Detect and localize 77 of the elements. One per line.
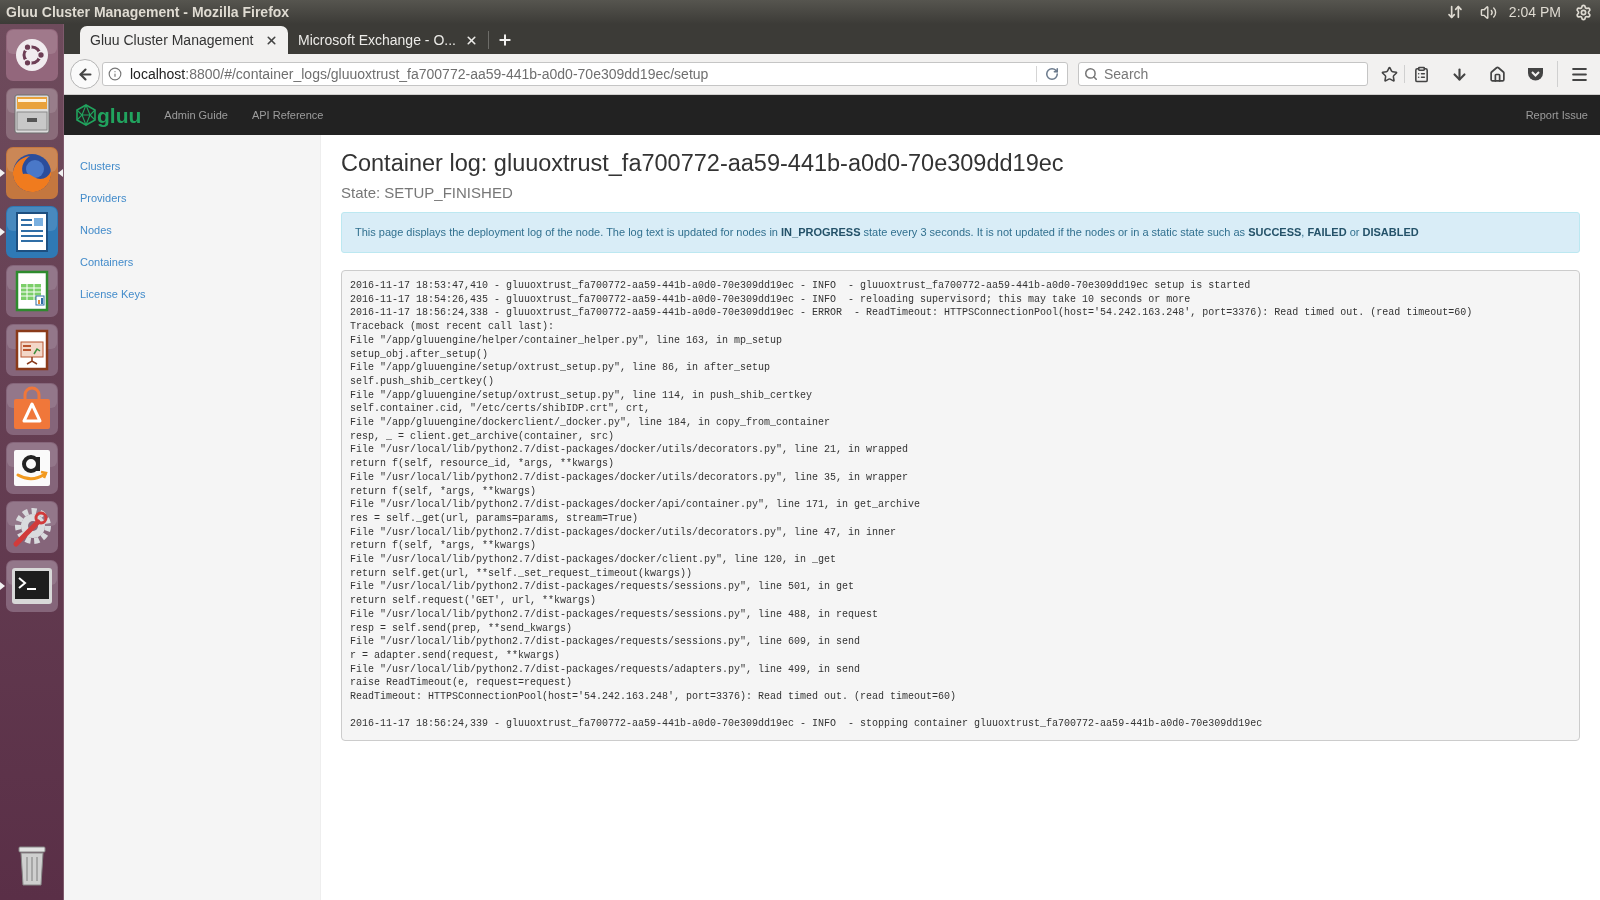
home-icon[interactable] xyxy=(1489,65,1506,83)
log-line: File "/app/gluuengine/dockerclient/_docker.py", line 184, in copy_from_container xyxy=(350,416,831,430)
log-line: raise ReadTimeout(e, request=request) xyxy=(350,676,573,691)
log-line: File "/usr/local/lib/python2.7/dist-packages/docker/utils/decorators.py", line 47, in inner xyxy=(350,525,897,540)
log-line: 2016-11-17 18:56:24,339 - gluuoxtrust_fa700772-aa59-441b-a0d0-70e309dd19ec - INFO - stopping container gluuoxtrust_fa700772-aa59-441b-a0d0-70e309dd19ec xyxy=(350,717,1263,732)
info-icon[interactable] xyxy=(108,67,122,81)
ubuntu-logo-icon[interactable] xyxy=(5,29,58,81)
hexagon-network-icon xyxy=(76,104,96,126)
close-icon[interactable] xyxy=(265,33,278,47)
nav-link[interactable]: Admin Guide xyxy=(164,106,228,124)
log-line: File "/app/gluuengine/setup/oxtrust_setup.py", line 86, in after_setup xyxy=(350,361,771,375)
log-line: File "/app/gluuengine/setup/oxtrust_setup.py", line 114, in push_shib_certkey xyxy=(350,388,813,403)
fox-globe-icon[interactable] xyxy=(5,147,58,199)
document-icon[interactable] xyxy=(5,206,58,258)
info-alert: This page displays the deployment log of the node. The log text is updated for nodes in IN_PROGRESS state every 3 seconds. It is not updated if the nodes or in a static state such as SUCCESS, FAILED or DISABLED xyxy=(341,212,1580,253)
log-line: resp = self.send(prep, **send_kwargs) xyxy=(350,621,573,636)
reload-icon[interactable] xyxy=(1045,67,1059,81)
log-line: File "/usr/local/lib/python2.7/dist-packages/requests/sessions.py", line 488, in request xyxy=(350,607,879,622)
log-line: resp, _ = client.get_archive(container, src) xyxy=(350,429,615,444)
shield-chevron-icon[interactable] xyxy=(1527,66,1544,82)
log-line: File "/usr/local/lib/python2.7/dist-packages/docker/api/container.py", line 171, in get_archive xyxy=(350,498,921,512)
star-icon[interactable] xyxy=(1381,65,1398,83)
search-field[interactable]: Search xyxy=(1078,62,1368,86)
brand-logo-text[interactable]: gluu xyxy=(97,104,142,126)
log-line: File "/usr/local/lib/python2.7/dist-packages/requests/sessions.py", line 609, in send xyxy=(350,635,861,649)
log-line: File "/usr/local/lib/python2.7/dist-packages/docker/utils/decorators.py", line 21, in wrapped xyxy=(350,443,909,458)
log-line: return self.get(url, **self._set_request_timeout(kwargs)) xyxy=(350,566,693,581)
browser-tab[interactable]: Microsoft Exchange - O... xyxy=(288,26,488,54)
sidebar-link[interactable]: Clusters xyxy=(80,158,121,174)
spreadsheet-icon[interactable] xyxy=(5,265,58,317)
sidebar-link[interactable]: Containers xyxy=(80,254,134,270)
sidebar-link[interactable]: Nodes xyxy=(80,222,112,238)
speaker-icon[interactable] xyxy=(1479,3,1497,21)
log-line: File "/usr/local/lib/python2.7/dist-packages/docker/client.py", line 120, in _get xyxy=(350,553,837,567)
search-placeholder: Search xyxy=(1104,64,1149,84)
url-text: localhost:8800/#/container_logs/gluuoxtrust_fa700772-aa59-441b-a0d0-70e309dd19ec/setup xyxy=(130,64,709,84)
clipboard-list-icon[interactable] xyxy=(1413,65,1430,83)
log-line: r = adapter.send(request, **kwargs) xyxy=(350,649,561,663)
sidebar-link[interactable]: License Keys xyxy=(80,286,146,302)
log-line: File "/usr/local/lib/python2.7/dist-packages/docker/utils/decorators.py", line 35, in wrapper xyxy=(350,470,909,485)
log-line: Traceback (most recent call last): xyxy=(350,320,555,334)
address-field[interactable]: localhost:8800/#/container_logs/gluuoxtrust_fa700772-aa59-441b-a0d0-70e309dd19ec/setup xyxy=(102,62,1068,86)
log-line: setup_obj.after_setup() xyxy=(350,347,489,362)
presentation-icon[interactable] xyxy=(5,324,58,376)
back-button[interactable] xyxy=(70,59,100,89)
log-line: 2016-11-17 18:54:26,435 - gluuoxtrust_fa700772-aa59-441b-a0d0-70e309dd19ec - INFO - reloading supervisord; this may take 10 seconds or more xyxy=(350,292,1191,307)
log-line: File "/usr/local/lib/python2.7/dist-packages/requests/adapters.py", line 499, in send xyxy=(350,662,861,677)
search-icon xyxy=(1084,67,1098,81)
clock-text[interactable]: 2:04 PM xyxy=(1508,1,1561,23)
log-line: return f(self, *args, **kwargs) xyxy=(350,484,537,499)
updown-arrows-icon[interactable] xyxy=(1446,4,1463,20)
browser-tab[interactable]: Gluu Cluster Management xyxy=(80,26,288,54)
log-line: return f(self, *args, **kwargs) xyxy=(350,539,537,554)
plus-icon[interactable] xyxy=(497,32,513,48)
nav-link[interactable]: Report Issue xyxy=(1525,106,1588,124)
log-line: File "/usr/local/lib/python2.7/dist-packages/requests/sessions.py", line 501, in get xyxy=(350,580,855,595)
log-line: return f(self, resource_id, *args, **kwargs) xyxy=(350,457,615,471)
log-line: self.container.cid, "/etc/certs/shibIDP.crt", crt, xyxy=(350,402,651,417)
log-line: self.push_shib_certkey() xyxy=(350,374,495,389)
wrench-gear-icon[interactable] xyxy=(5,501,58,553)
log-line: return self.request('GET', url, **kwargs) xyxy=(350,594,597,608)
close-icon[interactable] xyxy=(465,33,478,47)
shopping-bag-icon[interactable] xyxy=(5,383,58,435)
file-cabinet-icon[interactable] xyxy=(5,88,58,140)
download-icon[interactable] xyxy=(1451,65,1468,83)
log-line: ReadTimeout: HTTPSConnectionPool(host='54.242.163.248', port=3376): Read timed out. (read timeout=60) xyxy=(350,690,957,704)
state-text: State: SETUP_FINISHED xyxy=(341,183,514,203)
log-line: res = self._get(url, params=params, stream=True) xyxy=(350,511,639,526)
sidebar-link[interactable]: Providers xyxy=(80,190,127,206)
log-line: File "/app/gluuengine/helper/container_helper.py", line 163, in mp_setup xyxy=(350,333,783,348)
page-title: Container log: gluuoxtrust_fa700772-aa59-441b-a0d0-70e309dd19ec xyxy=(341,149,1065,177)
window-title: Gluu Cluster Management - Mozilla Firefox xyxy=(6,2,290,22)
log-line: 2016-11-17 18:53:47,410 - gluuoxtrust_fa700772-aa59-441b-a0d0-70e309dd19ec - INFO - gluuoxtrust_fa700772-aa59-441b-a0d0-70e309dd19ec setup is started xyxy=(350,279,1251,293)
settings-icon[interactable] xyxy=(1575,3,1592,21)
nav-link[interactable]: API Reference xyxy=(251,106,324,124)
terminal-icon[interactable] xyxy=(5,560,58,612)
log-line: 2016-11-17 18:56:24,338 - gluuoxtrust_fa700772-aa59-441b-a0d0-70e309dd19ec - ERROR - ReadTimeout: HTTPSConnectionPool(host='54.242.163.248', port=3376): Read timed out. (read timeout=60) xyxy=(350,306,1473,321)
